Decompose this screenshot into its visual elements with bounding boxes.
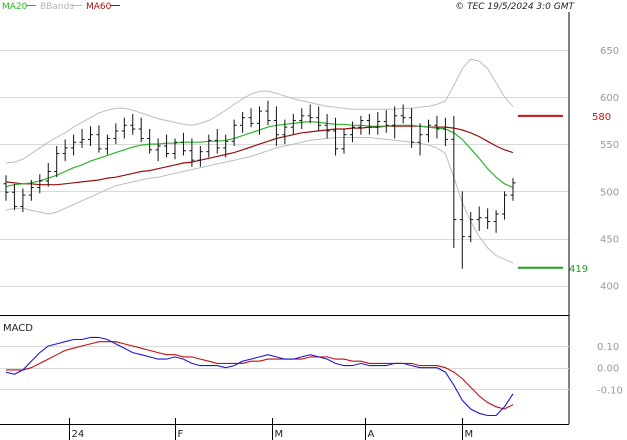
- price-levels: 580 419: [518, 112, 611, 275]
- price-tick-label: 550: [600, 140, 619, 151]
- price-bar: [130, 113, 136, 135]
- price-bar: [290, 113, 296, 135]
- time-tick-label: M: [465, 429, 474, 440]
- price-bar: [62, 139, 68, 162]
- price-axis: 650 600 550 500 450 400: [600, 46, 619, 293]
- price-bar: [45, 163, 51, 187]
- price-bar: [121, 117, 127, 139]
- macd-grid: [0, 346, 569, 390]
- price-bar: [383, 110, 389, 133]
- price-tick-label: 600: [600, 93, 619, 104]
- price-tick-label: 500: [600, 187, 619, 198]
- macd-line: [5, 336, 514, 417]
- price-bar: [164, 134, 170, 158]
- price-bar: [493, 210, 499, 233]
- macd-signal-line: [6, 341, 514, 410]
- legend-ma20-label: MA20: [2, 2, 28, 12]
- legend-bbands-label: BBands: [40, 2, 74, 12]
- price-bar: [375, 112, 381, 135]
- price-bar: [113, 123, 119, 145]
- price-bars: [3, 100, 516, 269]
- macd-tick-label: 0.10: [597, 342, 619, 353]
- macd-axis: 0.10 0.00 -0.10: [597, 342, 623, 396]
- price-bar: [476, 206, 482, 231]
- price-bar: [206, 134, 212, 158]
- price-bar: [459, 191, 465, 269]
- price-bar: [282, 119, 288, 145]
- price-bar: [400, 104, 406, 124]
- macd-tick-label: 0.00: [597, 364, 619, 375]
- price-bar: [79, 129, 85, 148]
- price-bar: [138, 117, 144, 143]
- price-bar: [71, 134, 77, 156]
- time-tick-label: A: [368, 429, 375, 440]
- price-bar: [54, 146, 60, 178]
- price-bar: [172, 138, 178, 160]
- bollinger-lower-band: [5, 137, 514, 264]
- price-bar: [316, 106, 322, 131]
- macd-lines: [5, 336, 514, 417]
- macd-tick-label: -0.10: [597, 385, 623, 396]
- resistance-level-label: 580: [592, 112, 611, 123]
- price-bar: [333, 117, 339, 156]
- price-bar: [417, 123, 423, 156]
- price-bar: [265, 100, 271, 126]
- price-bar: [307, 104, 313, 124]
- price-bar: [147, 129, 153, 154]
- price-bar: [341, 129, 347, 154]
- chart-stage: MA20 BBands MA60 © TEC 19/5/2024 3:0 GMT…: [0, 2, 623, 440]
- price-bar: [324, 113, 330, 139]
- price-tick-label: 400: [600, 282, 619, 293]
- price-bar: [231, 119, 237, 147]
- price-bar: [485, 208, 491, 230]
- price-tick-label: 450: [600, 235, 619, 246]
- time-tick-label: F: [178, 429, 184, 440]
- price-bar: [155, 138, 161, 162]
- price-bar: [510, 178, 516, 201]
- price-grid: [0, 50, 569, 287]
- price-bar: [11, 183, 17, 211]
- price-bar: [88, 126, 93, 147]
- time-tick-label: 24: [72, 429, 85, 440]
- price-bar: [3, 175, 9, 201]
- legend: MA20 BBands MA60: [2, 2, 120, 12]
- price-bar: [442, 117, 448, 147]
- price-bar: [248, 108, 254, 128]
- bollinger-bands: [5, 58, 514, 264]
- price-bar: [240, 112, 246, 133]
- macd-panel-title: MACD: [3, 323, 33, 334]
- time-tick-label: M: [275, 429, 284, 440]
- price-bar: [392, 106, 398, 139]
- price-bar: [502, 191, 508, 220]
- price-tick-label: 650: [600, 46, 619, 57]
- price-bar: [197, 146, 203, 167]
- price-bar: [426, 119, 431, 143]
- price-bar: [37, 174, 43, 194]
- price-bar: [299, 108, 305, 130]
- time-axis: 24 F M A M: [69, 418, 474, 440]
- support-level-label: 419: [569, 264, 588, 275]
- timestamp: © TEC 19/5/2024 3:0 GMT: [455, 2, 575, 12]
- price-bar: [96, 125, 102, 153]
- legend-ma60-label: MA60: [86, 2, 112, 12]
- price-bar: [366, 113, 372, 135]
